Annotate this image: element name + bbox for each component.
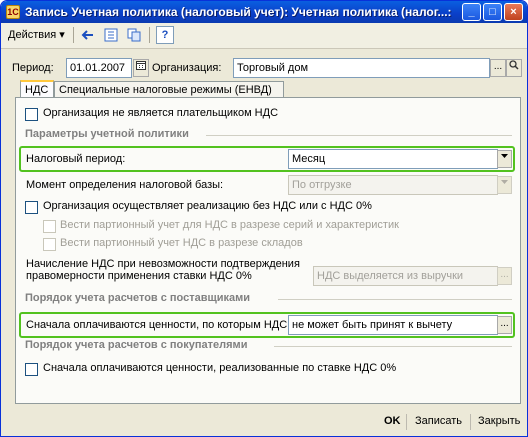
- tax-period-select[interactable]: Месяц: [288, 149, 498, 169]
- title-bar[interactable]: 1C Запись Учетная политика (налоговый уч…: [1, 1, 527, 23]
- toolbar: Действия ▾ ?: [1, 23, 527, 49]
- section-divider: [278, 299, 512, 300]
- suppliers-label: Сначала оплачиваются ценности, по которы…: [26, 319, 291, 331]
- zero-rate-checkbox[interactable]: [25, 201, 38, 214]
- organization-input[interactable]: Торговый дом: [233, 58, 490, 78]
- arrow-left-icon: [81, 30, 93, 40]
- batch-warehouse-checkbox: [43, 238, 56, 251]
- customers-zero-rate-checkbox[interactable]: [25, 363, 38, 376]
- batch-series-label: Вести партионный учет для НДС в разрезе …: [60, 219, 399, 231]
- organization-select-button[interactable]: ...: [490, 59, 506, 77]
- zero-rate-label: Организация осуществляет реализацию без …: [43, 200, 372, 212]
- suppliers-section-title: Порядок учета расчетов с поставщиками: [25, 292, 251, 304]
- customers-section-title: Порядок учета расчетов с покупателями: [25, 339, 248, 351]
- tax-base-label: Момент определения налоговой базы:: [26, 179, 224, 191]
- accrual-label-line2: правомерности применения ставки НДС 0%: [26, 270, 252, 282]
- calendar-button[interactable]: [133, 59, 149, 77]
- chevron-down-icon: [501, 180, 508, 184]
- tax-base-dropdown-button: [497, 176, 512, 194]
- copy-button[interactable]: [125, 26, 143, 44]
- organization-open-button[interactable]: [506, 59, 522, 77]
- section-divider: [274, 346, 512, 347]
- go-back-button[interactable]: [79, 26, 97, 44]
- minimize-button[interactable]: _: [462, 3, 481, 21]
- ok-button[interactable]: OK: [384, 412, 401, 430]
- chevron-down-icon: [501, 154, 508, 158]
- toolbar-separator: [73, 27, 74, 43]
- customers-zero-rate-label: Сначала оплачиваются ценности, реализова…: [43, 362, 397, 374]
- section-divider: [206, 135, 512, 136]
- not-vat-payer-label: Организация не является плательщиком НДС: [43, 107, 279, 119]
- calendar-icon: [136, 61, 146, 70]
- not-vat-payer-checkbox[interactable]: [25, 108, 38, 121]
- chevron-down-icon: ▾: [59, 29, 65, 41]
- tax-period-label: Налоговый период:: [26, 153, 126, 165]
- accrual-select: НДС выделяется из выручки: [313, 266, 498, 286]
- actions-menu-button[interactable]: Действия ▾: [8, 26, 65, 44]
- footer-bar: OK Записать Закрыть: [1, 406, 527, 436]
- tab-special-tax-regimes[interactable]: Специальные налоговые режимы (ЕНВД): [54, 81, 284, 98]
- policy-section-title: Параметры учетной политики: [25, 128, 189, 140]
- period-input[interactable]: 01.01.2007: [66, 58, 132, 78]
- batch-warehouse-label: Вести партионный учет НДС в разрезе скла…: [60, 237, 303, 249]
- hierarchy-icon: [104, 28, 118, 42]
- suppliers-select-button[interactable]: ...: [497, 316, 512, 334]
- search-icon: [509, 60, 519, 70]
- help-button[interactable]: ?: [156, 26, 174, 44]
- toolbar-separator: [149, 27, 150, 43]
- accrual-label-line1: Начисление НДС при невозможности подтвер…: [26, 258, 300, 270]
- help-icon: ?: [161, 29, 169, 41]
- copy-icon: [127, 28, 141, 42]
- record-window: 1C Запись Учетная политика (налоговый уч…: [0, 0, 528, 437]
- tax-period-dropdown-button[interactable]: [497, 150, 512, 168]
- window-title: Запись Учетная политика (налоговый учет)…: [25, 5, 452, 19]
- tax-base-select: По отгрузке: [288, 175, 498, 195]
- actions-label: Действия: [8, 29, 57, 41]
- period-label: Период:: [12, 62, 54, 74]
- close-window-button[interactable]: ×: [504, 3, 523, 21]
- footer-separator: [470, 414, 471, 430]
- footer-separator: [406, 414, 407, 430]
- suppliers-select[interactable]: не может быть принят к вычету: [288, 315, 498, 335]
- close-button[interactable]: Закрыть: [478, 412, 520, 430]
- structure-button[interactable]: [102, 26, 120, 44]
- save-button[interactable]: Записать: [415, 412, 462, 430]
- maximize-button[interactable]: □: [483, 3, 502, 21]
- vat-tab-panel: Организация не является плательщиком НДС…: [15, 97, 521, 404]
- organization-label: Организация:: [152, 62, 222, 74]
- accrual-select-button: ...: [497, 267, 512, 285]
- app-icon: 1C: [6, 5, 20, 19]
- batch-series-checkbox: [43, 220, 56, 233]
